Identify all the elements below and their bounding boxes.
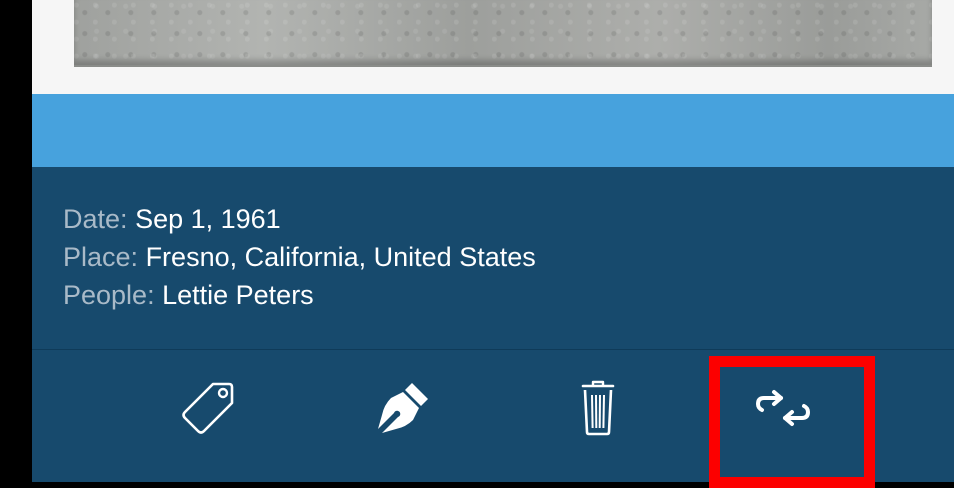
photo-image[interactable] bbox=[74, 0, 932, 67]
metadata-lines: Date: Sep 1, 1961 Place: Fresno, Califor… bbox=[63, 200, 536, 314]
tag-button[interactable] bbox=[168, 368, 248, 448]
edit-button[interactable] bbox=[363, 368, 443, 448]
date-row: Date: Sep 1, 1961 bbox=[63, 200, 536, 238]
place-value: Fresno, California, United States bbox=[145, 242, 536, 272]
accent-band bbox=[32, 94, 954, 167]
highlight-box bbox=[709, 356, 875, 488]
trash-icon bbox=[581, 380, 615, 436]
people-label: People: bbox=[63, 280, 155, 310]
date-label: Date: bbox=[63, 204, 128, 234]
photo-area bbox=[32, 0, 954, 94]
delete-button[interactable] bbox=[558, 368, 638, 448]
pen-icon bbox=[378, 383, 428, 433]
people-value: Lettie Peters bbox=[162, 280, 314, 310]
date-value: Sep 1, 1961 bbox=[135, 204, 281, 234]
people-row: People: Lettie Peters bbox=[63, 276, 536, 314]
place-row: Place: Fresno, California, United States bbox=[63, 238, 536, 276]
place-label: Place: bbox=[63, 242, 139, 272]
metadata-panel: Date: Sep 1, 1961 Place: Fresno, Califor… bbox=[32, 167, 954, 349]
tag-icon bbox=[182, 382, 234, 434]
